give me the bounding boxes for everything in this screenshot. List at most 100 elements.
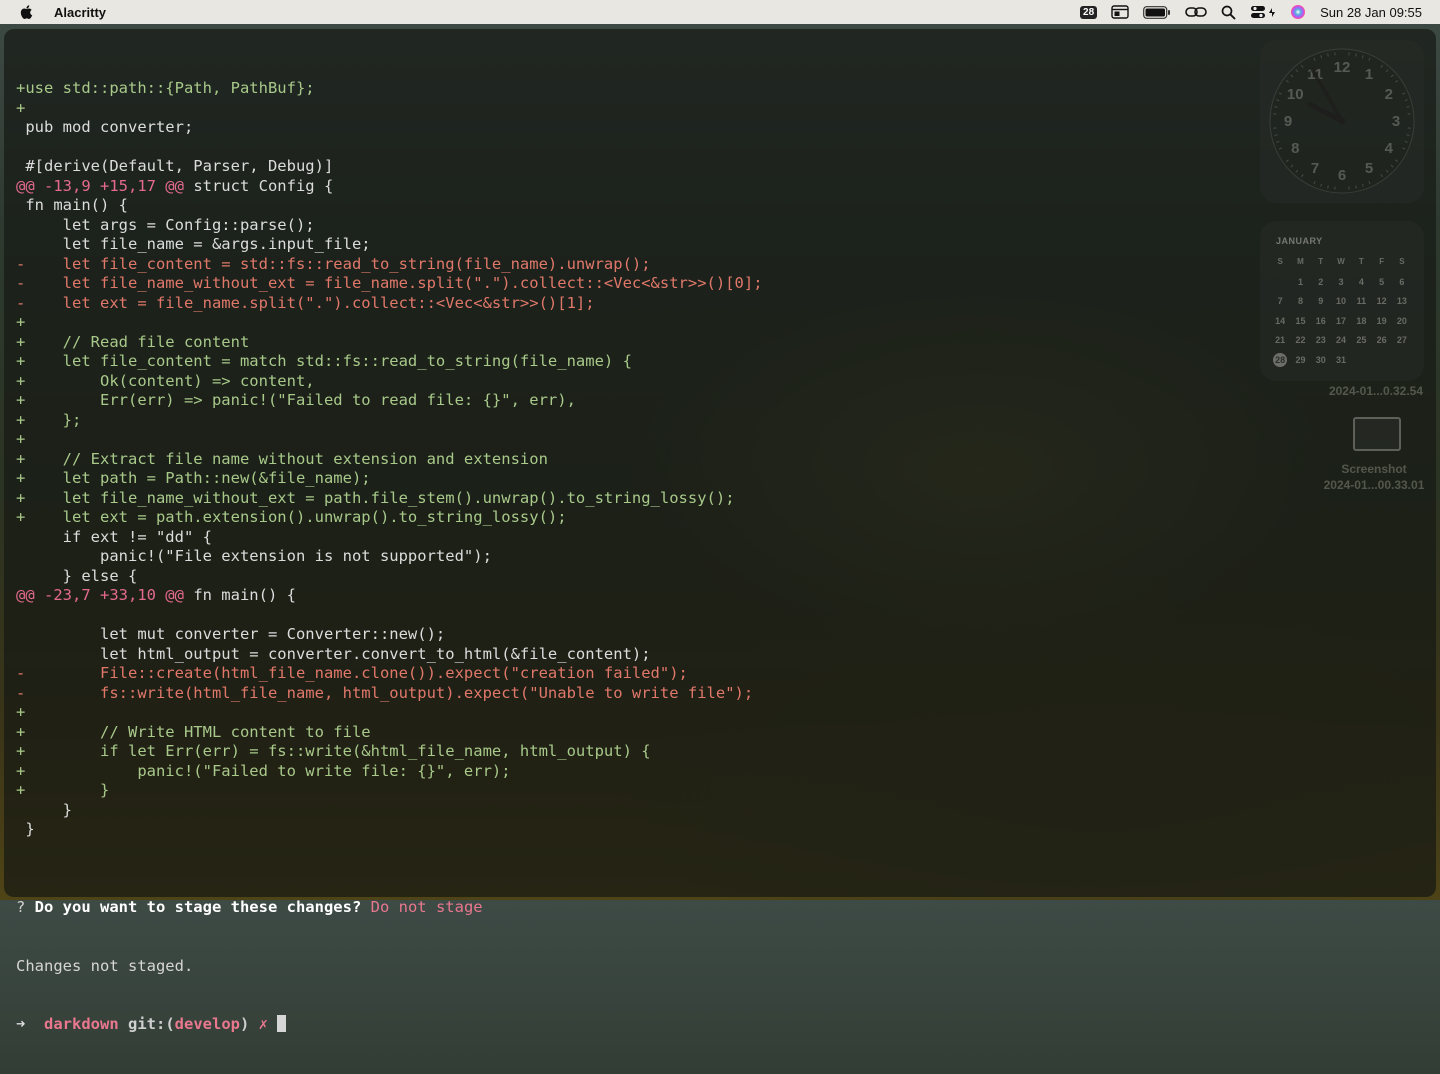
calendar-weekday: S (1270, 255, 1290, 269)
siri-icon[interactable] (1290, 3, 1306, 21)
diff-line-text: + Err(err) => panic!("Failed to read fil… (16, 391, 576, 409)
status-menu-area: 28 Sun 28 Jan 09:55 (1080, 3, 1440, 21)
prompt-dirty-mark: ✗ (249, 1015, 277, 1033)
diff-line-text: + (16, 430, 25, 448)
desktop-file-title[interactable]: Screenshot (1314, 462, 1434, 476)
calendar-weekday: T (1351, 255, 1371, 269)
clock-tick (1356, 54, 1357, 57)
calendar-day: 17 (1331, 314, 1351, 328)
prompt-answer: Do not stage (361, 898, 482, 916)
diff-line-text: + Ok(content) => content, (16, 372, 315, 390)
shell-prompt-line[interactable]: ➜ darkdown git:(develop) ✗ (16, 1015, 763, 1035)
diff-line-text: if ext != "dd" { (16, 528, 212, 546)
diff-output: +use std::path::{Path, PathBuf};+ pub mo… (16, 79, 763, 859)
diff-line-ctx: #[derive(Default, Parser, Debug)] (16, 157, 763, 177)
status-message: Changes not staged. (16, 957, 763, 977)
diff-line-text: } else { (16, 567, 137, 585)
diff-line-text: + // Extract file name without extension… (16, 450, 548, 468)
diff-line-ctx: } else { (16, 567, 763, 587)
spotlight-search-icon[interactable] (1221, 3, 1236, 21)
diff-line-text: + let file_content = match std::fs::read… (16, 352, 632, 370)
diff-line-text: + panic!("Failed to write file: {}", err… (16, 762, 511, 780)
calendar-day: 27 (1392, 333, 1412, 347)
diff-line-text: - fs::write(html_file_name, html_output)… (16, 684, 753, 702)
calendar-day: 9 (1311, 294, 1331, 308)
diff-line-add: + (16, 703, 763, 723)
calendar-weekday: W (1331, 255, 1351, 269)
diff-line-ctx: let file_name = &args.input_file; (16, 235, 763, 255)
calendar-weekday: M (1290, 255, 1310, 269)
diff-line-text: #[derive(Default, Parser, Debug)] (16, 157, 333, 175)
menu-bar: Alacritty 28 Sun 28 Jan 09:55 (0, 0, 1440, 24)
apple-icon[interactable] (19, 4, 35, 20)
hunk-context-text: fn main() { (184, 586, 296, 604)
diff-line-text: @@ -13,9 +15,17 @@ (16, 177, 184, 195)
active-app-name[interactable]: Alacritty (54, 5, 106, 20)
date-badge: 28 (1080, 6, 1097, 19)
menubar-datetime[interactable]: Sun 28 Jan 09:55 (1320, 5, 1422, 20)
terminal-output: +use std::path::{Path, PathBuf};+ pub mo… (16, 40, 763, 1074)
clock-numeral: 5 (1365, 160, 1373, 177)
diff-line-ctx (16, 606, 763, 626)
diff-line-add: + panic!("Failed to write file: {}", err… (16, 762, 763, 782)
calendar-day: 16 (1311, 314, 1331, 328)
diff-line-text: + } (16, 781, 109, 799)
calendar-day: 11 (1351, 294, 1371, 308)
calendar-widget[interactable]: JANUARY SMTWTFS1234567891011121314151617… (1260, 221, 1424, 381)
calendar-date-icon[interactable]: 28 (1080, 3, 1097, 21)
diff-line-add: + Err(err) => panic!("Failed to read fil… (16, 391, 763, 411)
desktop-file-label[interactable]: 2024-01...00.33.01 (1314, 478, 1434, 492)
calendar-day: 23 (1311, 333, 1331, 347)
diff-line-add: + // Extract file name without extension… (16, 450, 763, 470)
diff-line-text: let mut converter = Converter::new(); (16, 625, 445, 643)
diff-line-text: let args = Config::parse(); (16, 216, 315, 234)
calendar-day: 30 (1311, 353, 1331, 367)
calendar-day: 5 (1371, 275, 1391, 289)
diff-line-ctx: pub mod converter; (16, 118, 763, 138)
diff-line-ctx: if ext != "dd" { (16, 528, 763, 548)
calendar-day-today: 28 (1270, 353, 1290, 367)
clock-numeral: 9 (1284, 113, 1292, 130)
terminal-window[interactable]: +use std::path::{Path, PathBuf};+ pub mo… (4, 29, 1436, 897)
calendar-weekday: F (1371, 255, 1391, 269)
diff-line-text: + let path = Path::new(&file_name); (16, 469, 371, 487)
desktop-file-label[interactable]: 2024-01...0.32.54 (1316, 384, 1436, 398)
diff-line-ctx (16, 840, 763, 860)
terminal-cursor[interactable] (277, 1015, 286, 1032)
battery-icon[interactable] (1143, 3, 1171, 21)
calendar-day: 4 (1351, 275, 1371, 289)
calendar-day (1270, 275, 1290, 289)
diff-line-add: + let file_name_without_ext = path.file_… (16, 489, 763, 509)
calendar-day: 22 (1290, 333, 1310, 347)
diff-line-text: fn main() { (16, 196, 128, 214)
window-manager-icon[interactable] (1111, 3, 1129, 21)
diff-line-text: } (16, 801, 72, 819)
diff-line-text: panic!("File extension is not supported"… (16, 547, 492, 565)
diff-line-text: + let ext = path.extension().unwrap().to… (16, 508, 567, 526)
calendar-day: 3 (1331, 275, 1351, 289)
diff-line-text: let file_name = &args.input_file; (16, 235, 371, 253)
diff-line-text: + }; (16, 411, 81, 429)
calendar-weekday: S (1392, 255, 1412, 269)
prompt-question-mark: ? (16, 898, 35, 916)
diff-line-del: - let file_content = std::fs::read_to_st… (16, 255, 763, 275)
calendar-day: 1 (1290, 275, 1310, 289)
link-icon[interactable] (1185, 3, 1207, 21)
calendar-day: 19 (1371, 314, 1391, 328)
diff-line-text: + (16, 313, 25, 331)
diff-line-hunk: @@ -23,7 +33,10 @@ fn main() { (16, 586, 763, 606)
clock-tick (1275, 135, 1278, 136)
diff-line-ctx: fn main() { (16, 196, 763, 216)
calendar-day: 10 (1331, 294, 1351, 308)
calendar-day: 12 (1371, 294, 1391, 308)
diff-line-add: +use std::path::{Path, PathBuf}; (16, 79, 763, 99)
control-center-icon[interactable] (1250, 3, 1276, 21)
clock-widget[interactable]: 123456789101112 (1260, 40, 1424, 203)
calendar-day: 29 (1290, 353, 1310, 367)
diff-line-hunk: @@ -13,9 +15,17 @@ struct Config { (16, 177, 763, 197)
screenshot-thumbnail-icon[interactable] (1353, 417, 1401, 451)
diff-line-add: + }; (16, 411, 763, 431)
calendar-day: 25 (1351, 333, 1371, 347)
diff-line-text: - let file_name_without_ext = file_name.… (16, 274, 763, 292)
prompt-question: Do you want to stage these changes? (35, 898, 362, 916)
